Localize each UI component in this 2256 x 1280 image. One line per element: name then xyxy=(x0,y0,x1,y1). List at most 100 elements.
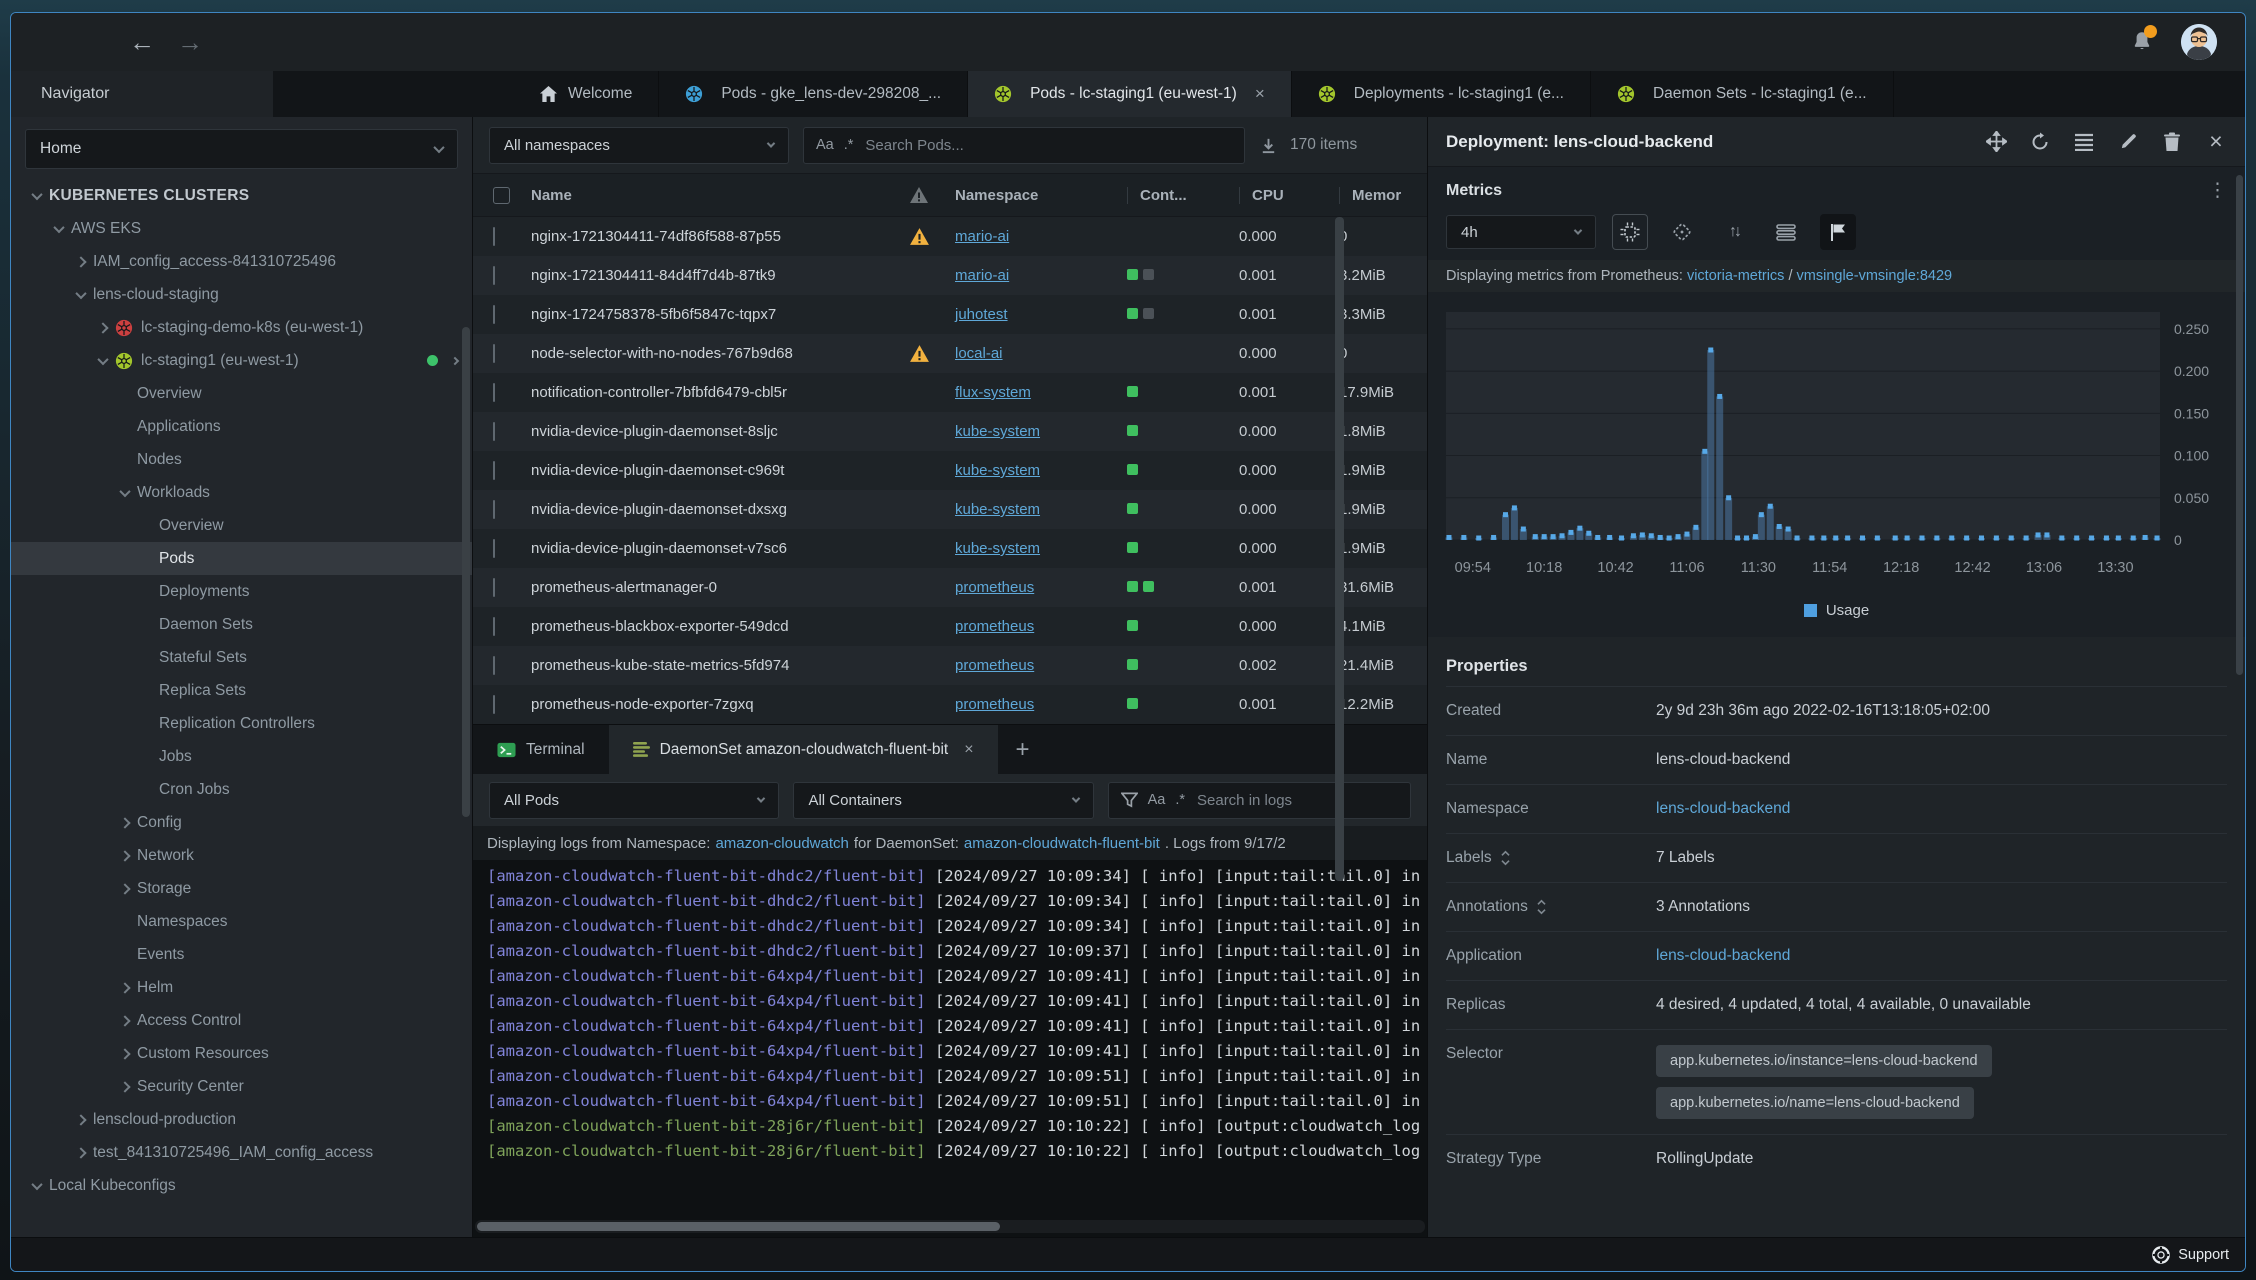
pods-log-filter-select[interactable]: All Pods xyxy=(489,781,780,819)
table-row[interactable]: prometheus-blackbox-exporter-549dcd prome… xyxy=(473,607,1427,646)
namespace-link[interactable]: local-ai xyxy=(955,345,1003,362)
sidebar-item-network[interactable]: Network xyxy=(11,839,472,872)
chevron-down-icon[interactable] xyxy=(119,485,131,497)
chevron-down-icon[interactable] xyxy=(75,287,87,299)
table-row[interactable]: notification-controller-7bfbfd6479-cbl5r… xyxy=(473,373,1427,412)
namespace-filter-select[interactable]: All namespaces xyxy=(489,126,789,164)
tab-welcome[interactable]: Welcome xyxy=(513,71,660,117)
table-row[interactable]: node-selector-with-no-nodes-767b9d68 loca… xyxy=(473,334,1427,373)
flag-icon[interactable] xyxy=(1820,214,1856,250)
namespace-link[interactable]: prometheus xyxy=(955,657,1034,674)
select-all-checkbox[interactable] xyxy=(493,186,510,204)
dock-tab-daemonset-logs[interactable]: DaemonSet amazon-cloudwatch-fluent-bit × xyxy=(608,725,998,774)
expand-updown-icon[interactable] xyxy=(1500,850,1511,866)
column-containers[interactable]: Cont... xyxy=(1127,186,1239,204)
regex-icon[interactable]: .* xyxy=(1175,793,1185,808)
sidebar-item-jobs[interactable]: Jobs xyxy=(11,740,472,773)
navigator-tab[interactable]: Navigator xyxy=(11,71,273,117)
back-icon[interactable]: ← xyxy=(129,29,155,55)
sidebar-item-config[interactable]: Config xyxy=(11,806,472,839)
filter-funnel-icon[interactable] xyxy=(1120,792,1138,808)
close-drawer-icon[interactable]: × xyxy=(2205,128,2227,154)
log-search-input[interactable] xyxy=(1195,790,1398,810)
table-scrollbar[interactable] xyxy=(1335,217,1344,881)
namespace-link[interactable]: kube-system xyxy=(955,423,1040,440)
row-checkbox[interactable] xyxy=(493,578,495,597)
close-icon[interactable]: × xyxy=(1255,84,1265,104)
sort-updown-icon[interactable]: ↑↓ xyxy=(1716,214,1752,250)
namespace-link[interactable]: prometheus xyxy=(955,579,1034,596)
vmsingle-link[interactable]: vmsingle-vmsingle:8429 xyxy=(1797,268,1953,284)
expand-updown-icon[interactable] xyxy=(1536,899,1547,915)
detach-move-icon[interactable] xyxy=(1985,131,2007,153)
log-lines[interactable]: [amazon-cloudwatch-fluent-bit-dhdc2/flue… xyxy=(473,860,1427,1214)
kebab-menu-icon[interactable]: ⋮ xyxy=(2208,179,2227,202)
log-horizontal-scrollbar[interactable] xyxy=(475,1220,1425,1233)
namespace-link[interactable]: prometheus xyxy=(955,618,1034,635)
table-row[interactable]: nginx-1721304411-74df86f588-87p55 mario-a… xyxy=(473,217,1427,256)
chart-legend[interactable]: Usage xyxy=(1428,594,2245,629)
metrics-chart[interactable]: 0 0.050 0.100 0.150 0.200 0.250 09:54 10:18 10:4… xyxy=(1428,298,2245,594)
match-case-icon[interactable]: Aa xyxy=(1148,793,1166,808)
chevron-right-icon[interactable] xyxy=(119,816,131,829)
sidebar-item-access-control[interactable]: Access Control xyxy=(11,1004,472,1037)
column-name[interactable]: Name xyxy=(531,187,909,204)
row-checkbox[interactable] xyxy=(493,383,495,402)
sidebar-item-cron-jobs[interactable]: Cron Jobs xyxy=(11,773,472,806)
selector-badge[interactable]: app.kubernetes.io/instance=lens-cloud-ba… xyxy=(1656,1045,1992,1077)
containers-log-filter-select[interactable]: All Containers xyxy=(793,781,1094,819)
sidebar-item-helm[interactable]: Helm xyxy=(11,971,472,1004)
sidebar-item-workloads[interactable]: Workloads xyxy=(11,476,472,509)
sidebar-item-stateful-sets[interactable]: Stateful Sets xyxy=(11,641,472,674)
sidebar-item-pods[interactable]: Pods xyxy=(11,542,472,575)
tag-icon[interactable] xyxy=(1664,214,1700,250)
sidebar-item-iam-config-access-841310725496[interactable]: IAM_config_access-841310725496 xyxy=(11,245,472,278)
column-cpu[interactable]: CPU xyxy=(1239,186,1339,204)
table-row[interactable]: nvidia-device-plugin-daemonset-dxsxg kube… xyxy=(473,490,1427,529)
row-checkbox[interactable] xyxy=(493,344,495,363)
refresh-icon[interactable] xyxy=(2029,131,2051,153)
sidebar-item-lenscloud-production[interactable]: lenscloud-production xyxy=(11,1103,472,1136)
namespace-link[interactable]: kube-system xyxy=(955,501,1040,518)
sidebar-item-storage[interactable]: Storage xyxy=(11,872,472,905)
row-checkbox[interactable] xyxy=(493,656,495,675)
namespace-link[interactable]: kube-system xyxy=(955,540,1040,557)
log-namespace-link[interactable]: amazon-cloudwatch xyxy=(715,835,848,852)
edit-pencil-icon[interactable] xyxy=(2117,131,2139,153)
chevron-down-icon[interactable] xyxy=(53,221,65,233)
tab-deployments-lc-staging1-e[interactable]: Deployments - lc-staging1 (e... xyxy=(1292,71,1591,117)
selector-badge[interactable]: app.kubernetes.io/name=lens-cloud-backen… xyxy=(1656,1087,1974,1119)
sidebar-item-kubernetes-clusters[interactable]: KUBERNETES CLUSTERS xyxy=(11,179,472,212)
sidebar-item-deployments[interactable]: Deployments xyxy=(11,575,472,608)
namespace-link[interactable]: prometheus xyxy=(955,696,1034,713)
metrics-range-select[interactable]: 4h xyxy=(1446,215,1596,249)
new-dock-tab-button[interactable]: + xyxy=(998,736,1048,764)
tab-pods-gke-lens-dev-298208[interactable]: Pods - gke_lens-dev-298208_... xyxy=(659,71,969,117)
property-value[interactable]: lens-cloud-backend xyxy=(1656,947,1790,965)
tab-daemon-sets-lc-staging1-e[interactable]: Daemon Sets - lc-staging1 (e... xyxy=(1591,71,1894,117)
sidebar-item-custom-resources[interactable]: Custom Resources xyxy=(11,1037,472,1070)
sidebar-item-replica-sets[interactable]: Replica Sets xyxy=(11,674,472,707)
property-value[interactable]: lens-cloud-backend xyxy=(1656,800,1790,818)
column-namespace[interactable]: Namespace xyxy=(955,187,1127,204)
chevron-right-icon[interactable] xyxy=(119,1014,131,1027)
chevron-right-icon[interactable] xyxy=(75,255,87,268)
sidebar-item-overview[interactable]: Overview xyxy=(11,509,472,542)
chevron-down-icon[interactable] xyxy=(31,188,43,200)
chevron-right-icon[interactable] xyxy=(119,1047,131,1060)
detail-scrollbar[interactable] xyxy=(2236,175,2243,675)
regex-icon[interactable]: .* xyxy=(844,138,854,153)
row-checkbox[interactable] xyxy=(493,422,495,441)
sidebar-item-applications[interactable]: Applications xyxy=(11,410,472,443)
close-icon[interactable]: × xyxy=(964,741,973,759)
chevron-right-icon[interactable] xyxy=(119,849,131,862)
sidebar-item-security-center[interactable]: Security Center xyxy=(11,1070,472,1103)
catalog-select[interactable]: Home xyxy=(25,129,458,169)
dock-tab-terminal[interactable]: Terminal xyxy=(473,725,609,774)
row-checkbox[interactable] xyxy=(493,500,495,519)
sidebar-item-daemon-sets[interactable]: Daemon Sets xyxy=(11,608,472,641)
table-row[interactable]: nvidia-device-plugin-daemonset-8sljc kube… xyxy=(473,412,1427,451)
sidebar-item-lc-staging1-eu-west-1[interactable]: lc-staging1 (eu-west-1) xyxy=(11,344,472,377)
row-checkbox[interactable] xyxy=(493,461,495,480)
prometheus-link[interactable]: victoria-metrics xyxy=(1687,268,1784,284)
